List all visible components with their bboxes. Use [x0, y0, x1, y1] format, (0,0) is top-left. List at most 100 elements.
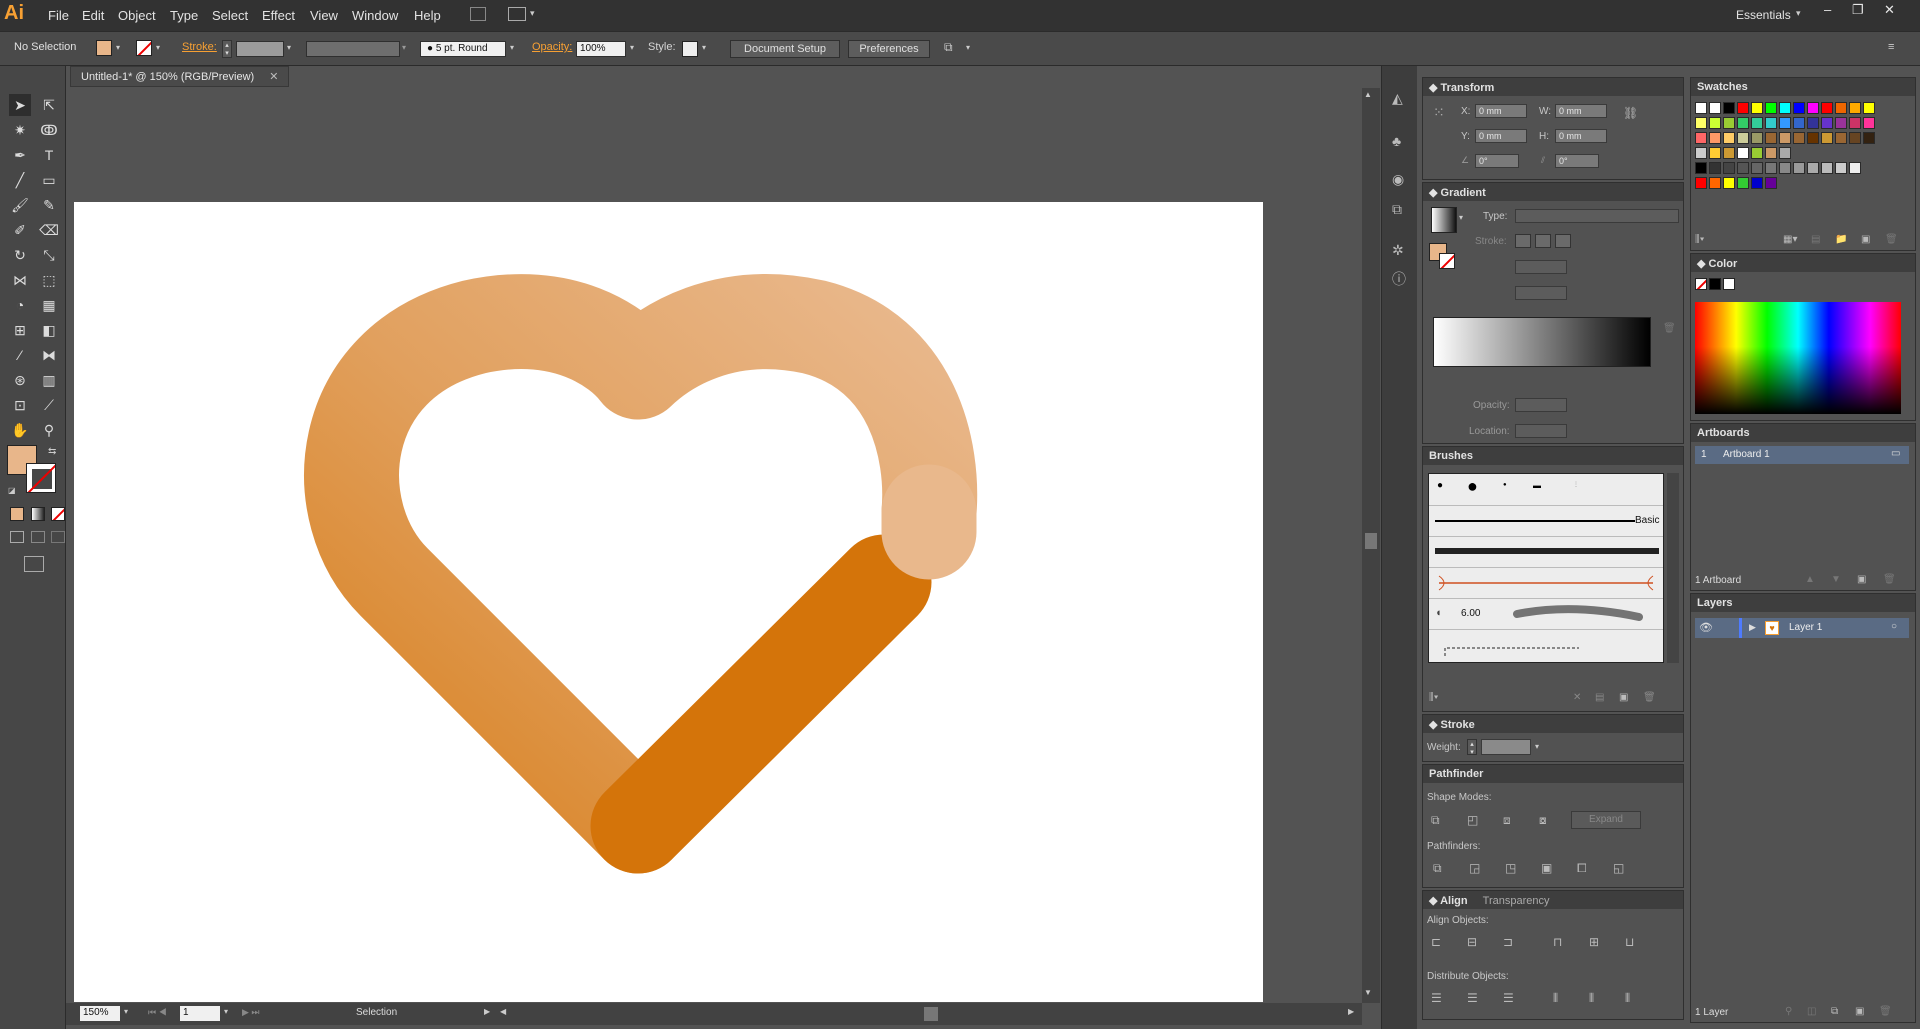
swatch-chip[interactable]: [1765, 117, 1777, 129]
swap-colors-icon[interactable]: ⇆: [48, 446, 56, 457]
swatches-header[interactable]: Swatches: [1691, 78, 1915, 96]
swatch-chip[interactable]: [1807, 117, 1819, 129]
swatch-chip[interactable]: [1751, 117, 1763, 129]
document-setup-button[interactable]: Document Setup: [730, 40, 840, 58]
new-artboard-icon[interactable]: ▣: [1857, 574, 1866, 585]
swatch-chip[interactable]: [1849, 102, 1861, 114]
swatch-chip[interactable]: [1695, 147, 1707, 159]
graphic-styles-icon[interactable]: ⧉: [1392, 201, 1402, 218]
swatch-chip[interactable]: [1821, 102, 1833, 114]
perspective-grid-tool-icon[interactable]: ▦: [38, 294, 60, 316]
scroll-right-icon[interactable]: ▶: [1348, 1007, 1354, 1016]
swatch-chip[interactable]: [1737, 102, 1749, 114]
menu-effect[interactable]: Effect: [262, 8, 295, 23]
align-horizontal-center-icon[interactable]: ⊟: [1467, 935, 1477, 949]
eraser-tool-icon[interactable]: ⌫: [38, 219, 60, 241]
stroke-none-icon[interactable]: [136, 40, 152, 56]
distribute-right-icon[interactable]: ⫴: [1625, 991, 1630, 1006]
swatch-chip[interactable]: [1863, 102, 1875, 114]
symbol-sprayer-tool-icon[interactable]: ⊛: [9, 369, 31, 391]
graphic-style-swatch[interactable]: [682, 41, 698, 57]
swatch-chip[interactable]: [1835, 132, 1847, 144]
stroke-along-icon[interactable]: [1535, 234, 1551, 248]
navigator-icon[interactable]: ✲: [1392, 242, 1404, 259]
shape-builder-tool-icon[interactable]: ◔: [9, 294, 31, 316]
color-black-chip[interactable]: [1709, 278, 1721, 290]
swatch-chip[interactable]: [1765, 102, 1777, 114]
swatch-chip[interactable]: [1751, 102, 1763, 114]
swatch-chip[interactable]: [1821, 132, 1833, 144]
swatch-chip[interactable]: [1863, 117, 1875, 129]
swatch-chip[interactable]: [1695, 132, 1707, 144]
pen-tool-icon[interactable]: ✒: [9, 144, 31, 166]
swatch-chip[interactable]: [1723, 147, 1735, 159]
gradient-angle-field[interactable]: [1515, 260, 1567, 274]
control-panel-menu-icon[interactable]: ≡: [1888, 41, 1894, 53]
layers-header[interactable]: Layers: [1691, 594, 1915, 612]
expand-button[interactable]: Expand: [1571, 811, 1641, 829]
menu-object[interactable]: Object: [118, 8, 156, 23]
swatch-chip[interactable]: [1737, 177, 1749, 189]
menu-type[interactable]: Type: [170, 8, 198, 23]
swatch-chip[interactable]: [1863, 132, 1875, 144]
distribute-vertical-center-icon[interactable]: ☰: [1467, 991, 1478, 1005]
swatch-chip[interactable]: [1695, 102, 1707, 114]
artboard-tool-icon[interactable]: ⊡: [9, 394, 31, 416]
new-color-group-icon[interactable]: 📁: [1835, 234, 1847, 245]
layer-name[interactable]: Layer 1: [1789, 622, 1822, 633]
layer-row[interactable]: 👁 ▶ ♥ Layer 1 ○: [1695, 618, 1909, 638]
swatch-chip[interactable]: [1807, 132, 1819, 144]
align-bottom-icon[interactable]: ⊔: [1625, 935, 1634, 949]
align-top-icon[interactable]: ⊓: [1553, 935, 1562, 949]
color-header[interactable]: ◆ Color: [1691, 254, 1915, 272]
fill-swatch[interactable]: [96, 40, 112, 56]
status-menu-icon[interactable]: ▶: [484, 1007, 490, 1016]
brush-chevron-icon[interactable]: ▾: [510, 43, 514, 52]
locate-object-icon[interactable]: ⚲: [1785, 1006, 1792, 1017]
brush-charcoal[interactable]: [1429, 536, 1663, 566]
swatch-chip[interactable]: [1793, 132, 1805, 144]
close-document-icon[interactable]: ✕: [269, 71, 278, 83]
distribute-horizontal-center-icon[interactable]: ⫴: [1589, 991, 1594, 1006]
menu-window[interactable]: Window: [352, 8, 398, 23]
exclude-icon[interactable]: ⧇: [1539, 813, 1547, 828]
w-field[interactable]: 0 mm: [1555, 104, 1607, 118]
swatch-chip[interactable]: [1849, 162, 1861, 174]
profile-chevron-icon[interactable]: ▾: [402, 43, 406, 52]
type-tool-icon[interactable]: T: [38, 144, 60, 166]
swatch-chip[interactable]: [1849, 117, 1861, 129]
last-artboard-icon[interactable]: ▶ ⏭: [242, 1007, 260, 1018]
delete-artboard-icon[interactable]: 🗑: [1883, 574, 1896, 585]
zoom-tool-icon[interactable]: ⚲: [38, 419, 60, 441]
color-mode-icon[interactable]: [10, 507, 24, 521]
opacity-field[interactable]: 100%: [576, 41, 626, 57]
line-tool-icon[interactable]: ╱: [9, 169, 31, 191]
lasso-tool-icon[interactable]: ↂ: [38, 119, 60, 141]
menu-edit[interactable]: Edit: [82, 8, 104, 23]
artboard-row[interactable]: 1 Artboard 1 ▭: [1695, 446, 1909, 464]
scroll-thumb[interactable]: [1365, 533, 1377, 549]
swatch-chip[interactable]: [1709, 177, 1721, 189]
h-field[interactable]: 0 mm: [1555, 129, 1607, 143]
align-left-icon[interactable]: ⊏: [1431, 935, 1441, 949]
document-tab[interactable]: Untitled-1* @ 150% (RGB/Preview) ✕: [70, 66, 290, 87]
swatch-chip[interactable]: [1709, 102, 1721, 114]
rotate-tool-icon[interactable]: ↻: [9, 244, 31, 266]
mesh-tool-icon[interactable]: ⊞: [9, 319, 31, 341]
reference-point-icon[interactable]: ⁙: [1433, 104, 1445, 121]
workspace-chevron-icon[interactable]: ▾: [1796, 8, 1801, 19]
artboards-header[interactable]: Artboards: [1691, 424, 1915, 442]
divide-icon[interactable]: ⧉: [1433, 861, 1442, 876]
align-header[interactable]: ◆ Align Transparency: [1423, 891, 1683, 909]
hand-tool-icon[interactable]: ✋: [9, 419, 31, 441]
make-clipping-mask-icon[interactable]: ◫: [1807, 1006, 1816, 1017]
swatch-chip[interactable]: [1709, 117, 1721, 129]
minus-front-icon[interactable]: ◰: [1467, 813, 1478, 827]
swatch-chip[interactable]: [1737, 162, 1749, 174]
transform-header[interactable]: ◆ Transform: [1423, 78, 1683, 96]
swatch-chip[interactable]: [1779, 147, 1791, 159]
selection-tool-icon[interactable]: ➤: [9, 94, 31, 116]
weight-field[interactable]: [1481, 739, 1531, 755]
stroke-weight-field[interactable]: [236, 41, 284, 57]
draw-behind-icon[interactable]: [31, 531, 45, 543]
